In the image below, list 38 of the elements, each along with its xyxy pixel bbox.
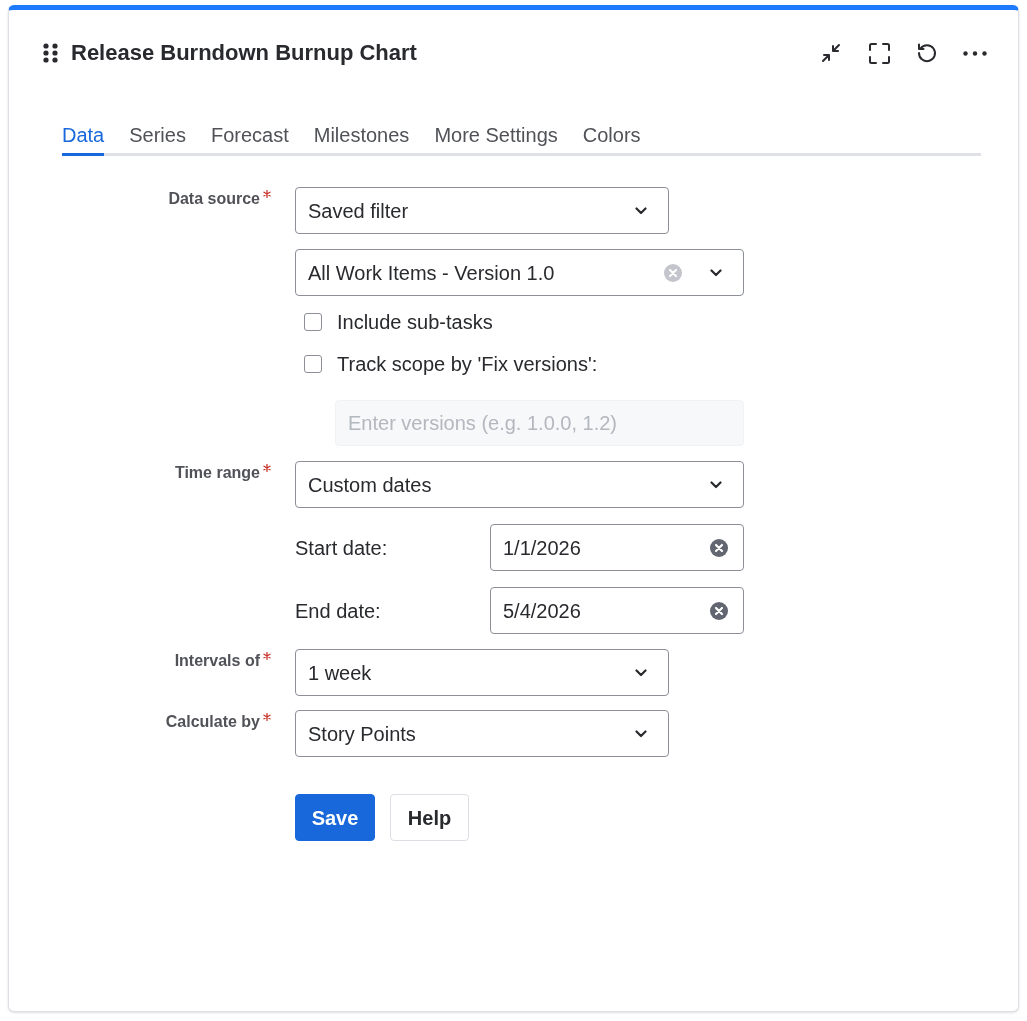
field-label: Calculate by (165, 712, 260, 732)
dropdown-select[interactable]: Saved filter (295, 187, 669, 234)
help-button[interactable]: Help (390, 794, 469, 841)
field-label: Data source (168, 189, 260, 209)
checkbox[interactable] (304, 355, 322, 373)
checkbox-label: Track scope by 'Fix versions': (337, 352, 598, 377)
chevron-down-icon (635, 206, 647, 215)
clear-icon[interactable] (710, 538, 728, 557)
fullscreen-icon[interactable] (868, 42, 890, 64)
tab[interactable]: Colors (582, 121, 641, 156)
panel-title: Release Burndown Burnup Chart (71, 39, 417, 67)
clear-icon[interactable] (710, 601, 728, 620)
chevron-down-icon (710, 268, 722, 277)
checkbox[interactable] (304, 313, 322, 331)
tab[interactable]: More Settings (434, 121, 558, 156)
dropdown-select[interactable]: All Work Items - Version 1.0 (295, 249, 744, 296)
date-field[interactable]: 5/4/2026 (490, 587, 744, 634)
tab[interactable]: Data (62, 121, 105, 156)
chevron-down-icon (710, 480, 722, 489)
dropdown-select[interactable]: Story Points (295, 710, 669, 757)
save-button[interactable]: Save (295, 794, 375, 841)
field-label: Intervals of (174, 651, 260, 671)
drag-handle-icon[interactable] (43, 43, 59, 63)
refresh-icon[interactable] (916, 42, 938, 64)
date-label: Start date: (295, 535, 389, 561)
dropdown-select[interactable]: 1 week (295, 649, 669, 696)
chevron-down-icon (635, 668, 647, 677)
dropdown-select[interactable]: Custom dates (295, 461, 744, 508)
date-label: End date: (295, 598, 382, 624)
tab[interactable]: Series (129, 121, 186, 156)
more-options-icon[interactable] (963, 50, 987, 56)
tab[interactable]: Forecast (210, 121, 289, 156)
minimize-icon[interactable] (820, 42, 842, 64)
tab[interactable]: Milestones (313, 121, 410, 156)
date-field[interactable]: 1/1/2026 (490, 524, 744, 571)
chevron-down-icon (635, 729, 647, 738)
field-label: Time range (174, 463, 260, 483)
checkbox-label: Include sub-tasks (337, 310, 493, 335)
